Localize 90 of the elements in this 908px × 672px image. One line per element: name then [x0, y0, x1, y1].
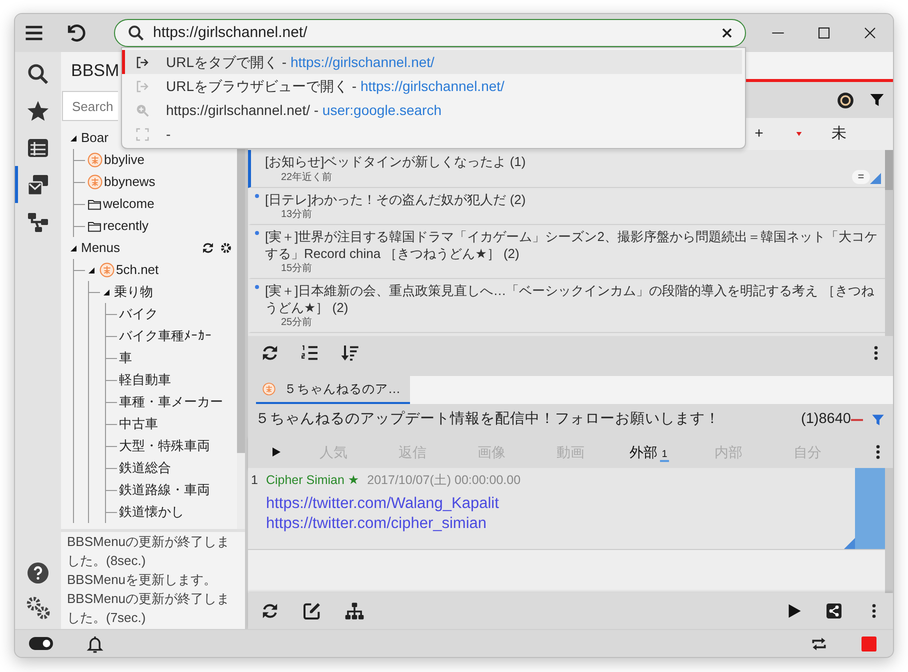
- disc-icon[interactable]: [836, 90, 855, 110]
- site-icon: [99, 262, 115, 278]
- log-message: BBSMenuの更新が終了しました。(8sec.): [67, 533, 231, 570]
- post-count: (1)8640: [801, 410, 851, 430]
- tree-item[interactable]: Menus: [81, 238, 120, 258]
- suggestion-item[interactable]: https://girlschannel.net/ - user:google.search: [122, 98, 742, 122]
- tree-item[interactable]: 大型・特殊車両: [119, 436, 210, 456]
- numbered-list-icon[interactable]: [300, 343, 320, 363]
- expander-icon[interactable]: [87, 266, 96, 274]
- thread-title: [実＋]世界が注目する韓国ドラマ「イカゲーム」シーズン2、撮影序盤から問題続出＝韓国ネット「大コケする」Record china ［きつねうどん★］ (2): [265, 228, 878, 262]
- sign-in-arrow-icon: [135, 78, 150, 94]
- tab-label: ５ちゃんねるのア…: [284, 380, 400, 398]
- tree-item[interactable]: bbynews: [104, 172, 156, 192]
- toggle-switch[interactable]: [29, 637, 53, 650]
- corner-triangle-icon: [844, 538, 855, 549]
- thread-title: [実＋]日本維新の会、重点政策見直しへ…「ベーシックインカム」の段階的導入を明記する考え ［きつねうどん★］ (2): [265, 282, 875, 316]
- sort-caret-icon: [795, 130, 803, 138]
- tree-item[interactable]: 鉄道総合: [119, 458, 171, 478]
- stop-icon[interactable]: [859, 634, 879, 654]
- filter-icon[interactable]: [869, 92, 885, 108]
- corners-icon: [135, 126, 150, 142]
- suggestion-item[interactable]: -: [122, 122, 742, 146]
- post-date: 2017/10/07(土) 00:00:00.00: [367, 472, 521, 489]
- panel-title: BBSM: [71, 61, 120, 80]
- sort-icon[interactable]: [340, 343, 360, 363]
- tree-item[interactable]: 鉄道路線・車両: [119, 480, 210, 500]
- thread-title: [お知らせ]ベッドタインが新しくなったよ (1): [265, 153, 527, 170]
- play-icon[interactable]: [270, 446, 282, 458]
- url-input[interactable]: https://girlschannel.net/: [153, 22, 711, 44]
- filter-tab[interactable]: 外部 1: [610, 439, 689, 465]
- refresh-icon[interactable]: [201, 241, 215, 255]
- site-icon: [87, 152, 103, 168]
- thread-age: 25分前: [280, 316, 312, 329]
- thread-title: [日テレ]わかった！その盗んだ奴が犯人だ (2): [265, 191, 527, 208]
- expander-icon[interactable]: [102, 288, 111, 296]
- thread-item[interactable]: [日テレ]わかった！その盗んだ奴が犯人だ (2) 13分前: [248, 188, 885, 225]
- search-field[interactable]: Search: [62, 91, 118, 121]
- tree-item[interactable]: 5ch.net: [116, 260, 159, 280]
- site-icon: [87, 174, 103, 190]
- refresh-icon[interactable]: [260, 343, 280, 363]
- tree-item[interactable]: Boar: [81, 128, 108, 148]
- corner-triangle-icon: [870, 173, 881, 184]
- help-icon[interactable]: [26, 561, 50, 585]
- tree-item[interactable]: 軽自動車: [119, 370, 171, 390]
- mail-stack-icon: [26, 172, 50, 196]
- tree-item[interactable]: 乗り物: [114, 282, 153, 302]
- thread-age: 15分前: [280, 262, 312, 275]
- tree-item[interactable]: 中古車: [119, 414, 158, 434]
- poster-name[interactable]: Cipher Simian ★: [266, 471, 360, 490]
- edit-icon[interactable]: [302, 601, 322, 621]
- tree-item[interactable]: バイク車種ﾒｰｶｰ: [119, 326, 212, 346]
- tree-item[interactable]: バイク: [119, 304, 158, 324]
- zoom-in-icon: [135, 102, 150, 118]
- post-number: 1: [251, 472, 258, 489]
- tree-item[interactable]: 鉄道懐かし: [119, 502, 184, 522]
- sign-in-arrow-icon: [135, 54, 150, 70]
- thread-heading: ５ちゃんねるのアップデート情報を配信中！フォローお願いします！: [255, 410, 720, 430]
- post-link[interactable]: https://twitter.com/cipher_simian: [248, 514, 487, 534]
- expander-icon[interactable]: [69, 134, 78, 142]
- search-icon: [26, 62, 50, 86]
- settings-icon[interactable]: [25, 595, 51, 621]
- log-message: BBSMenuを更新します。: [67, 571, 218, 589]
- scrollbar[interactable]: [885, 150, 893, 336]
- sitemap-icon[interactable]: [344, 600, 365, 622]
- scrollbar[interactable]: [885, 468, 893, 593]
- bell-icon[interactable]: [85, 634, 105, 654]
- tree-item[interactable]: recently: [103, 216, 149, 236]
- search-icon: [127, 24, 145, 42]
- undo-icon[interactable]: [65, 22, 87, 44]
- tree-item[interactable]: 車: [119, 348, 132, 368]
- suggestion-item[interactable]: URLをブラウザビューで開く - https://girlschannel.net/: [122, 74, 742, 98]
- tree-item[interactable]: bbylive: [104, 150, 144, 170]
- share-icon[interactable]: [825, 602, 843, 620]
- tree-item[interactable]: welcome: [103, 194, 154, 214]
- log-message: BBSMenuの更新が終了しました。(7sec.): [67, 590, 231, 627]
- post-link[interactable]: https://twitter.com/Walang_Kapalit: [248, 494, 499, 514]
- thread-item[interactable]: [実＋]日本維新の会、重点政策見直しへ…「ベーシックインカム」の段階的導入を明記する考え ［きつねうどん★］ (2) 25分前: [248, 279, 885, 333]
- thread-age: 13分前: [280, 208, 312, 221]
- refresh-icon[interactable]: [260, 601, 280, 621]
- suggestion-item[interactable]: URLをタブで開く - https://girlschannel.net/: [122, 50, 742, 74]
- thread-age: 22年近く前: [280, 171, 332, 184]
- tree-item[interactable]: 車種・車メーカー: [119, 392, 223, 412]
- expander-icon[interactable]: [69, 244, 78, 252]
- site-icon: [262, 382, 276, 396]
- thread-marker: =: [852, 170, 870, 184]
- star-icon: [26, 98, 50, 122]
- url-field[interactable]: https://girlschannel.net/: [114, 19, 746, 47]
- column-label[interactable]: 未: [819, 122, 859, 146]
- thread-item[interactable]: [実＋]世界が注目する韓国ドラマ「イカゲーム」シーズン2、撮影序盤から問題続出＝韓国ネット「大コケする」Record china ［きつねうどん★］ (2) 15分前: [248, 225, 885, 279]
- gear-icon[interactable]: [219, 241, 233, 255]
